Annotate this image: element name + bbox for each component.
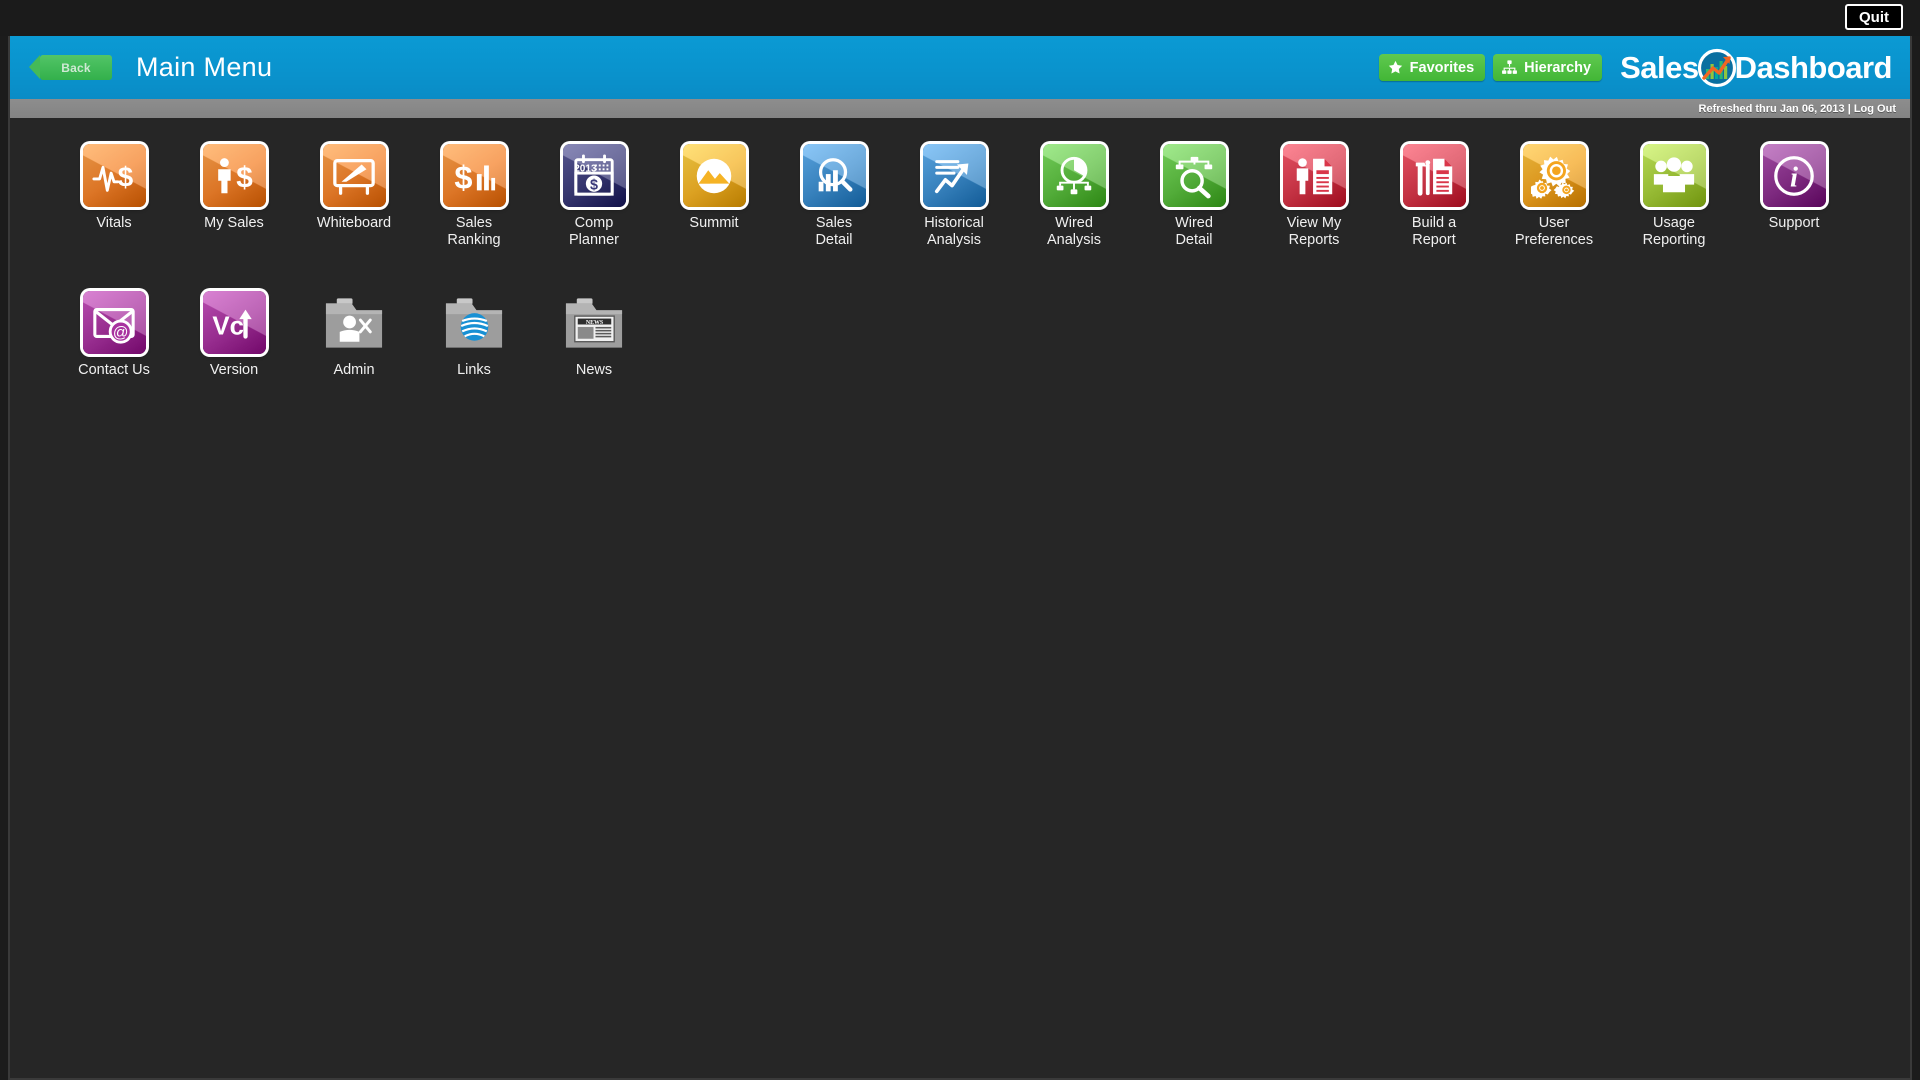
svg-text:NEWS: NEWS <box>585 320 603 326</box>
svg-text:i: i <box>1790 161 1798 193</box>
envelope-at-icon: @ <box>82 291 146 355</box>
menu-tile-label: Summit <box>689 215 739 231</box>
favorites-button[interactable]: Favorites <box>1378 54 1486 81</box>
hierarchy-button-label: Hierarchy <box>1524 59 1592 76</box>
menu-row-primary: $ Vitals $ My Sales Whiteboard $ Sales Ra… <box>10 144 1910 249</box>
menu-tile-view-my-reports[interactable]: View My Reports <box>1254 144 1374 249</box>
menu-tile-news[interactable]: NEWS News <box>534 291 654 379</box>
menu-tile-label: Historical Analysis <box>924 215 984 249</box>
menu-tile-label: Contact Us <box>78 362 150 379</box>
app-logo: Sales Dashboard <box>1620 47 1893 89</box>
menu-tile-links[interactable]: Links <box>414 291 534 379</box>
page-title: Main Menu <box>136 52 273 82</box>
pie-network-icon <box>1042 144 1106 207</box>
menu-tile-label: Build a Report <box>1411 215 1457 249</box>
info-circle-icon: i <box>1762 144 1826 207</box>
calendar-2013-dollar-icon: 2013 $ <box>562 144 626 207</box>
svg-text:$: $ <box>236 161 253 194</box>
back-button-label: Back <box>61 60 91 75</box>
menu-row-secondary: @ Contact Us Vc Version Admin Links NEWS… <box>10 291 1910 379</box>
logo-chart-arrow-icon <box>1696 47 1738 89</box>
menu-tile-label: Vitals <box>96 215 132 231</box>
svg-text:$: $ <box>590 177 598 193</box>
hierarchy-icon <box>1501 59 1518 76</box>
menu-tile-wired-analysis[interactable]: Wired Analysis <box>1014 144 1134 249</box>
menu-tile-label: Support <box>1768 215 1820 231</box>
menu-tile-vitals[interactable]: $ Vitals <box>54 144 174 232</box>
menu-tile-whiteboard[interactable]: Whiteboard <box>294 144 414 232</box>
menu-tile-my-sales[interactable]: $ My Sales <box>174 144 294 232</box>
person-dollar-icon: $ <box>202 144 266 207</box>
menu-tile-contact-us[interactable]: @ Contact Us <box>54 291 174 379</box>
menu-tile-label: Admin <box>333 362 375 379</box>
quit-button[interactable]: Quit <box>1845 4 1903 30</box>
hierarchy-button[interactable]: Hierarchy <box>1493 54 1603 81</box>
menu-tile-wired-detail[interactable]: Wired Detail <box>1134 144 1254 249</box>
folder-news-icon: NEWS <box>563 291 626 354</box>
svg-text:@: @ <box>113 324 129 341</box>
menu-tile-label: Usage Reporting <box>1642 215 1706 249</box>
star-icon <box>1387 59 1404 76</box>
vitals-heartbeat-dollar-icon: $ <box>82 144 146 207</box>
menu-tile-label: My Sales <box>204 215 264 231</box>
magnifier-bars-icon <box>802 144 866 207</box>
refresh-status-strip: Refreshed thru Jan 06, 2013 | Log Out <box>10 99 1910 118</box>
network-magnifier-icon <box>1162 144 1226 207</box>
menu-tile-label: News <box>575 362 613 379</box>
quit-button-label: Quit <box>1859 8 1889 26</box>
mountain-summit-icon <box>682 144 746 207</box>
svg-text:$: $ <box>118 161 134 192</box>
folder-globe-icon <box>443 291 506 354</box>
main-menu-content: $ Vitals $ My Sales Whiteboard $ Sales Ra… <box>10 118 1910 1078</box>
back-button[interactable]: Back <box>29 55 112 80</box>
menu-tile-label: Version <box>209 362 259 379</box>
dollar-bars-icon: $ <box>442 144 506 207</box>
svg-text:$: $ <box>454 159 472 195</box>
application-frame: Back Main Menu Favorites Hierarchy Sales… <box>8 36 1912 1080</box>
people-group-icon <box>1642 144 1706 207</box>
favorites-button-label: Favorites <box>1409 59 1475 76</box>
menu-tile-admin[interactable]: Admin <box>294 291 414 379</box>
menu-tile-label: Wired Detail <box>1175 215 1213 249</box>
menu-tile-build-a-report[interactable]: Build a Report <box>1374 144 1494 249</box>
menu-tile-sales-detail[interactable]: Sales Detail <box>774 144 894 249</box>
gears-icon <box>1522 144 1586 207</box>
menu-tile-summit[interactable]: Summit <box>654 144 774 232</box>
menu-tile-label: Wired Analysis <box>1047 215 1101 249</box>
menu-tile-sales-ranking[interactable]: $ Sales Ranking <box>414 144 534 249</box>
header-actions: Favorites Hierarchy Sales Dashboard <box>1378 36 1898 99</box>
menu-tile-label: View My Reports <box>1286 215 1342 249</box>
menu-tile-version[interactable]: Vc Version <box>174 291 294 379</box>
whiteboard-pencil-icon <box>322 144 386 207</box>
menu-tile-label: Sales Ranking <box>447 215 501 249</box>
menu-tile-label: Sales Detail <box>815 215 853 249</box>
menu-tile-label: User Preferences <box>1514 215 1594 249</box>
logo-word-dashboard: Dashboard <box>1734 50 1893 85</box>
menu-tile-label: Links <box>457 362 491 379</box>
folder-admin-icon <box>323 291 386 354</box>
os-title-bar: Quit <box>0 0 1920 36</box>
tools-document-icon <box>1402 144 1466 207</box>
logo-word-sales: Sales <box>1620 50 1699 85</box>
vc-arrow-icon: Vc <box>202 291 266 355</box>
menu-tile-comp-planner[interactable]: 2013 $ Comp Planner <box>534 144 654 249</box>
person-document-icon <box>1282 144 1346 207</box>
menu-tile-label: Whiteboard <box>316 215 392 231</box>
menu-tile-support[interactable]: i Support <box>1734 144 1854 232</box>
refresh-status-text[interactable]: Refreshed thru Jan 06, 2013 | Log Out <box>1699 103 1896 115</box>
trend-arrow-lines-icon <box>922 144 986 207</box>
svg-text:Vc: Vc <box>212 312 244 340</box>
menu-tile-historical-analysis[interactable]: Historical Analysis <box>894 144 1014 249</box>
menu-tile-label: Comp Planner <box>569 215 619 249</box>
menu-tile-usage-reporting[interactable]: Usage Reporting <box>1614 144 1734 249</box>
app-header: Back Main Menu Favorites Hierarchy Sales… <box>10 36 1910 99</box>
menu-tile-user-preferences[interactable]: User Preferences <box>1494 144 1614 249</box>
